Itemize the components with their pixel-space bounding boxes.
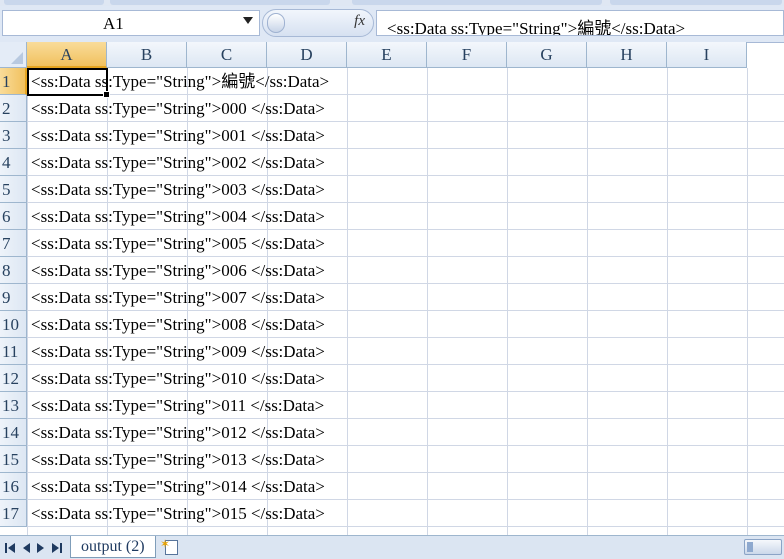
row-header-4[interactable]: 4 bbox=[0, 149, 27, 176]
row-header-10[interactable]: 10 bbox=[0, 311, 27, 338]
row-header-3[interactable]: 3 bbox=[0, 122, 27, 149]
cell-a10[interactable]: <ss:Data ss:Type="String">008 </ss:Data> bbox=[31, 311, 325, 338]
last-sheet-icon[interactable] bbox=[50, 541, 64, 555]
cell-a15[interactable]: <ss:Data ss:Type="String">013 </ss:Data> bbox=[31, 446, 325, 473]
cell-a17[interactable]: <ss:Data ss:Type="String">015 </ss:Data> bbox=[31, 500, 325, 527]
row-header-13[interactable]: 13 bbox=[0, 392, 27, 419]
next-sheet-icon[interactable] bbox=[34, 541, 48, 555]
column-header-e[interactable]: E bbox=[347, 42, 427, 68]
column-header-c[interactable]: C bbox=[187, 42, 267, 68]
row-header-6[interactable]: 6 bbox=[0, 203, 27, 230]
row-header-11[interactable]: 11 bbox=[0, 338, 27, 365]
row-header-12[interactable]: 12 bbox=[0, 365, 27, 392]
cell-a7[interactable]: <ss:Data ss:Type="String">005 </ss:Data> bbox=[31, 230, 325, 257]
cell-a6[interactable]: <ss:Data ss:Type="String">004 </ss:Data> bbox=[31, 203, 325, 230]
formula-bar-controls: fx bbox=[262, 9, 374, 37]
previous-sheet-icon[interactable] bbox=[20, 541, 34, 555]
formula-bar-splitter[interactable] bbox=[267, 13, 285, 33]
column-header-g[interactable]: G bbox=[507, 42, 587, 68]
formula-input[interactable]: <ss:Data ss:Type="String">編號</ss:Data> bbox=[376, 10, 784, 36]
name-box-value: A1 bbox=[103, 14, 124, 33]
cell-a8[interactable]: <ss:Data ss:Type="String">006 </ss:Data> bbox=[31, 257, 325, 284]
sheet-tab-bar: output (2) ✶ bbox=[0, 535, 784, 559]
row-header-1[interactable]: 1 bbox=[0, 68, 27, 95]
select-all-button[interactable] bbox=[0, 42, 27, 68]
formula-bar: A1 fx <ss:Data ss:Type="String">編號</ss:D… bbox=[0, 6, 784, 43]
formula-text: <ss:Data ss:Type="String">編號</ss:Data> bbox=[387, 19, 686, 36]
cell-a3[interactable]: <ss:Data ss:Type="String">001 </ss:Data> bbox=[31, 122, 325, 149]
chevron-down-icon[interactable] bbox=[243, 17, 253, 24]
row-header-14[interactable]: 14 bbox=[0, 419, 27, 446]
cell-a12[interactable]: <ss:Data ss:Type="String">010 </ss:Data> bbox=[31, 365, 325, 392]
row-header-16[interactable]: 16 bbox=[0, 473, 27, 500]
cell-a14[interactable]: <ss:Data ss:Type="String">012 </ss:Data> bbox=[31, 419, 325, 446]
spreadsheet-grid[interactable]: A B C D E F G H I 1 <ss:Data ss:Type="String">編號</… bbox=[0, 42, 784, 535]
row-header-15[interactable]: 15 bbox=[0, 446, 27, 473]
column-header-a[interactable]: A bbox=[27, 42, 107, 68]
sheet-tab-output-2[interactable]: output (2) bbox=[70, 536, 156, 558]
column-header-h[interactable]: H bbox=[587, 42, 667, 68]
row-header-7[interactable]: 7 bbox=[0, 230, 27, 257]
row-header-5[interactable]: 5 bbox=[0, 176, 27, 203]
cell-a9[interactable]: <ss:Data ss:Type="String">007 </ss:Data> bbox=[31, 284, 325, 311]
column-header-d[interactable]: D bbox=[267, 42, 347, 68]
row-header-17[interactable]: 17 bbox=[0, 500, 27, 527]
cell-a5[interactable]: <ss:Data ss:Type="String">003 </ss:Data> bbox=[31, 176, 325, 203]
row-header-9[interactable]: 9 bbox=[0, 284, 27, 311]
cell-a2[interactable]: <ss:Data ss:Type="String">000 </ss:Data> bbox=[31, 95, 325, 122]
fx-icon[interactable]: fx bbox=[354, 13, 365, 30]
column-header-f[interactable]: F bbox=[427, 42, 507, 68]
horizontal-scrollbar[interactable] bbox=[744, 539, 782, 555]
cell-a11[interactable]: <ss:Data ss:Type="String">009 </ss:Data> bbox=[31, 338, 325, 365]
cell-a16[interactable]: <ss:Data ss:Type="String">014 </ss:Data> bbox=[31, 473, 325, 500]
cell-a1[interactable]: <ss:Data ss:Type="String">編號</ss:Data> bbox=[31, 68, 329, 95]
row-header-2[interactable]: 2 bbox=[0, 95, 27, 122]
first-sheet-icon[interactable] bbox=[4, 541, 18, 555]
cell-a13[interactable]: <ss:Data ss:Type="String">011 </ss:Data> bbox=[31, 392, 324, 419]
column-header-i[interactable]: I bbox=[667, 42, 747, 68]
cell-a4[interactable]: <ss:Data ss:Type="String">002 </ss:Data> bbox=[31, 149, 325, 176]
column-header-b[interactable]: B bbox=[107, 42, 187, 68]
name-box[interactable]: A1 bbox=[2, 10, 260, 36]
insert-sheet-icon[interactable]: ✶ bbox=[160, 537, 184, 556]
row-header-8[interactable]: 8 bbox=[0, 257, 27, 284]
